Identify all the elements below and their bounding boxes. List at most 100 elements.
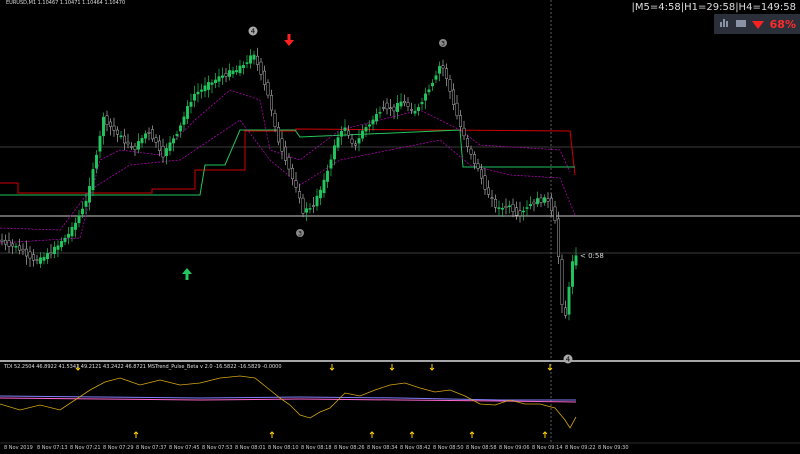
x-tick-label: 8 Nov 08:26 <box>334 445 365 451</box>
candle-body <box>203 85 207 92</box>
candle-body <box>532 201 536 205</box>
candle-body <box>536 198 539 205</box>
x-tick-label: 8 Nov 07:21 <box>70 445 101 451</box>
svg-text:3: 3 <box>298 231 302 238</box>
candle-body <box>487 187 490 195</box>
candle-body <box>224 73 228 77</box>
candle-body <box>7 240 11 247</box>
candle-body <box>140 138 144 144</box>
candle-body <box>42 256 46 261</box>
up-arrow-icon <box>469 431 475 438</box>
candle-body <box>88 185 91 203</box>
down-arrow-icon <box>389 364 395 371</box>
candle-body <box>35 259 39 261</box>
down-arrow-icon <box>547 364 553 371</box>
candle-body <box>95 154 98 169</box>
candle-body <box>287 157 291 170</box>
candle-body <box>473 154 476 164</box>
candle-body <box>91 169 95 191</box>
candle-body <box>56 245 60 250</box>
x-tick-label: 8 Nov 07:45 <box>169 445 200 451</box>
svg-text:4: 4 <box>251 28 256 36</box>
candle-body <box>25 248 28 257</box>
candle-body <box>490 197 494 199</box>
candle-body <box>424 93 427 101</box>
candle-timer: |M5=4:58|H1=29:58|H4=149:58 <box>631 2 796 13</box>
up-arrow-icon <box>369 431 375 438</box>
candle-body <box>214 79 217 84</box>
up-arrow-icon <box>269 431 275 438</box>
candle-body <box>403 101 406 104</box>
candle-body <box>476 163 480 169</box>
x-tick-label: 8 Nov 08:50 <box>433 445 464 451</box>
candle-body <box>179 125 182 132</box>
candle-body <box>294 180 298 188</box>
candle-body <box>263 70 266 85</box>
candle-body <box>550 197 553 212</box>
candle-body <box>28 251 32 259</box>
candle-body <box>322 179 326 194</box>
candle-body <box>144 133 147 139</box>
candle-body <box>151 129 154 140</box>
candle-body <box>119 135 123 138</box>
x-tick-label: 8 Nov 07:53 <box>202 445 233 451</box>
x-tick-label: 8 Nov 08:18 <box>301 445 332 451</box>
candle-body <box>557 218 560 258</box>
candle-body <box>462 127 466 137</box>
x-tick-label: 8 Nov 08:34 <box>367 445 398 451</box>
candle-body <box>53 246 56 254</box>
candle-body <box>469 148 473 155</box>
candle-body <box>326 170 329 182</box>
candle-body <box>200 89 203 92</box>
candle-body <box>67 233 70 238</box>
candle-body <box>242 65 245 68</box>
candle-body <box>329 159 333 169</box>
candle-body <box>480 169 483 179</box>
candle-body <box>413 110 417 114</box>
candle-body <box>39 257 42 264</box>
candle-body <box>70 226 74 237</box>
x-tick-label: 8 Nov 08:58 <box>466 445 497 451</box>
candle-body <box>301 197 305 214</box>
candle-body <box>182 116 186 125</box>
x-tick-label: 8 Nov 07:37 <box>136 445 167 451</box>
price-chart[interactable]: 4 3 3 4 <box>0 0 800 454</box>
candle-body <box>368 124 371 127</box>
candle-body <box>32 254 35 261</box>
candle-body <box>123 135 126 144</box>
candle-body <box>193 93 196 101</box>
candle-body <box>266 82 270 96</box>
candle-body <box>448 79 452 92</box>
candle-body <box>77 215 81 224</box>
candle-body <box>168 142 172 151</box>
candle-body <box>553 206 557 221</box>
candle-body <box>347 130 350 136</box>
up-arrow-icon <box>133 431 139 438</box>
candle-body <box>389 107 392 109</box>
x-tick-label: 8 Nov 07:29 <box>103 445 134 451</box>
candle-body <box>378 112 382 114</box>
wave-label-3: 3 <box>296 229 304 238</box>
candle-body <box>189 101 193 107</box>
candle-body <box>0 239 4 242</box>
candle-body <box>291 167 294 180</box>
candle-body <box>427 89 431 93</box>
candle-body <box>126 141 130 145</box>
candle-body <box>49 252 53 255</box>
sell-arrow-icon <box>284 34 294 46</box>
candle-body <box>186 106 189 119</box>
up-arrow-icon <box>542 431 548 438</box>
candle-body <box>154 137 158 143</box>
candle-body <box>466 138 469 147</box>
candle-body <box>217 76 221 82</box>
candle-body <box>238 65 242 74</box>
candle-body <box>494 199 497 208</box>
candle-body <box>105 115 109 125</box>
candle-body <box>371 119 375 125</box>
candle-body <box>452 89 455 105</box>
candle-body <box>81 208 84 215</box>
x-tick-label: 8 Nov 08:10 <box>268 445 299 451</box>
candle-body <box>508 205 511 208</box>
svg-text:4: 4 <box>566 356 571 364</box>
candle-body <box>60 241 63 248</box>
